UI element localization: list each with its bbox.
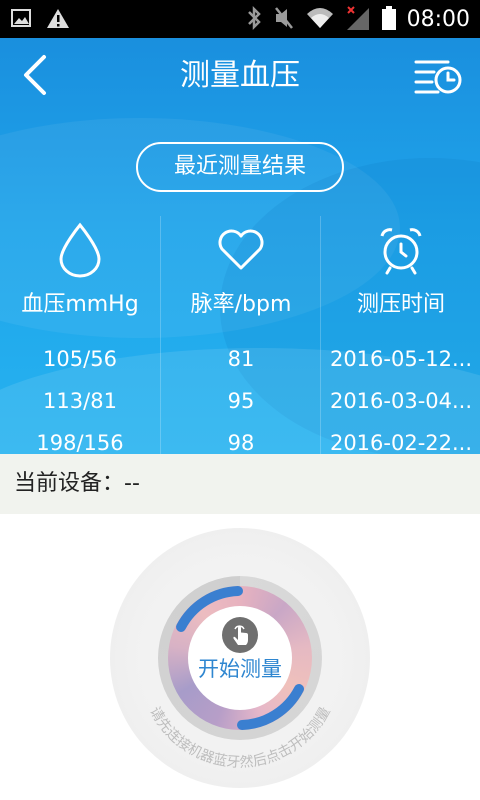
battery-icon <box>381 4 397 36</box>
current-device-bar: 当前设备：-- <box>0 454 480 514</box>
pulse-value: 98 <box>227 431 255 454</box>
drop-icon <box>55 222 105 278</box>
recent-results-button[interactable]: 最近测量结果 <box>136 142 344 192</box>
image-icon <box>10 7 32 33</box>
time-value: 2016-02-22... <box>329 431 473 454</box>
dial-hint-curve: 请先连接机器蓝牙然后点击开始测量 <box>146 704 334 771</box>
current-device-label: 当前设备：-- <box>14 471 140 496</box>
title-bar: 测量血压 <box>0 38 480 112</box>
bluetooth-icon <box>245 4 263 36</box>
bp-column: 血压mmHg 105/56 113/81 198/156 <box>0 216 160 454</box>
heart-icon <box>216 222 266 278</box>
bp-value: 113/81 <box>43 389 117 413</box>
mute-icon <box>273 4 295 36</box>
time-value: 2016-03-04... <box>329 389 473 413</box>
time-column: 测压时间 2016-05-12... 2016-03-04... 2016-02… <box>320 216 480 454</box>
bp-value: 198/156 <box>36 431 124 454</box>
wifi-icon <box>305 4 335 36</box>
history-list-icon <box>414 60 462 94</box>
status-bar: 08:00 <box>0 0 480 38</box>
dial-hint-path: 请先连接机器蓝牙然后点击开始测量 <box>146 704 334 771</box>
clock-time: 08:00 <box>406 7 470 32</box>
time-heading: 测压时间 <box>356 292 445 317</box>
signal-icon <box>345 4 371 36</box>
dial-hint-text: 请先连接机器蓝牙然后点击开始测量 <box>146 704 334 771</box>
pulse-value: 95 <box>227 389 255 413</box>
time-value: 2016-05-12... <box>329 347 473 371</box>
bp-value: 105/56 <box>43 347 117 371</box>
pulse-value: 81 <box>227 347 255 371</box>
page-title: 测量血压 <box>180 58 300 93</box>
pulse-column: 脉率/bpm 81 95 98 <box>160 216 320 454</box>
history-button[interactable] <box>414 56 462 96</box>
alarm-clock-icon <box>376 222 426 278</box>
measure-dial: 开始测量 请先连接机器蓝牙然后点击开始测量 <box>110 528 370 788</box>
pulse-heading: 脉率/bpm <box>190 292 292 317</box>
recent-results-panel: 测量血压 最近测量结果 血压mmHg 105/56 113/81 198/156… <box>0 38 480 454</box>
warning-icon <box>46 7 70 33</box>
bp-heading: 血压mmHg <box>21 292 139 317</box>
